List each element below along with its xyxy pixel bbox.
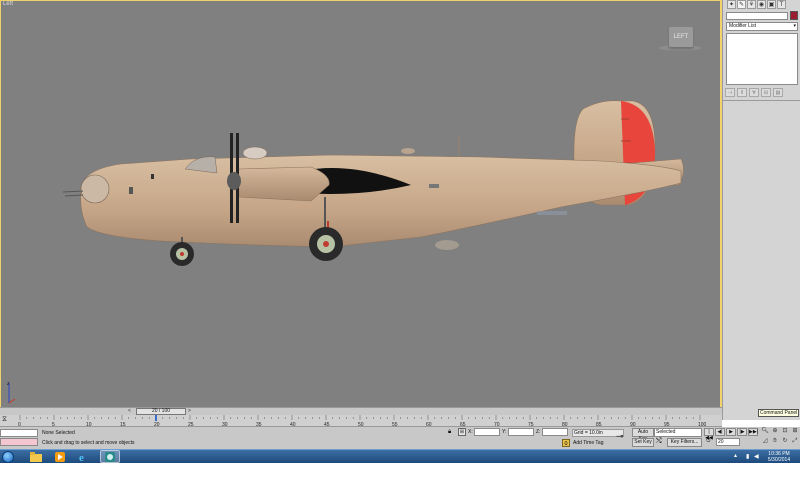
3dsmax-icon[interactable] [100, 450, 120, 463]
create-icon[interactable]: ✦ [727, 0, 736, 9]
auto-key-button[interactable]: Auto Key [632, 428, 654, 442]
coord-z-label: Z: [536, 429, 541, 435]
pin-stack-icon[interactable]: ⊣ [725, 88, 735, 97]
b24-bomber-model[interactable] [1, 1, 721, 407]
show-end-result-icon[interactable]: ‖ [737, 88, 747, 97]
key-filters-button[interactable]: Key Filters... [667, 438, 702, 447]
coord-z-field[interactable] [542, 428, 568, 436]
zoom-extents-all-icon[interactable]: ⊞ [790, 427, 800, 436]
coord-y-label: Y: [502, 429, 507, 435]
key-mode-dropdown[interactable]: Selected [654, 428, 702, 437]
volume-icon[interactable]: ◀ [754, 453, 759, 460]
modify-icon[interactable]: ✎ [737, 0, 746, 9]
go-to-start-button[interactable]: |◀◀ [704, 428, 714, 441]
current-frame-marker [155, 415, 157, 421]
command-panel-tabs: ✦ ✎ ⚘ ◉ ▣ T [723, 0, 800, 9]
orbit-icon[interactable]: ↻ [780, 437, 790, 446]
propeller-spinner [227, 172, 241, 190]
engine-nacelle [234, 166, 330, 202]
coord-x-label: X: [468, 429, 473, 435]
start-button[interactable] [2, 451, 14, 463]
key-icon: ⊸ [616, 431, 624, 441]
utilities-icon[interactable]: T [777, 0, 786, 9]
time-slider-next-button[interactable]: > [188, 408, 191, 414]
command-panel: ✦ ✎ ⚘ ◉ ▣ T Modifier List ▾ ⊣ ‖ ∀ ⊟ ▤ [722, 0, 800, 420]
action-center-icon[interactable]: ▴ [734, 452, 737, 459]
chevron-down-icon: ▾ [793, 23, 796, 29]
selection-status: None Selected [42, 430, 75, 436]
set-key-button[interactable]: Set Key [632, 438, 654, 447]
key-filters-icon[interactable]: ⤭ [656, 438, 662, 446]
divider [723, 100, 800, 101]
prompt-line: Click and drag to select and move object… [42, 440, 135, 446]
modifier-list-label: Modifier List [729, 23, 756, 29]
add-time-tag-button[interactable]: Add Time Tag [573, 439, 603, 447]
go-to-end-button[interactable]: ▶▶| [748, 428, 758, 436]
modifier-list-dropdown[interactable]: Modifier List ▾ [726, 22, 798, 31]
zoom-extents-icon[interactable]: ⊡ [780, 427, 790, 436]
maximize-viewport-icon[interactable]: ⤢ [790, 437, 800, 446]
maxscript-listener-output[interactable] [0, 438, 38, 446]
top-turret [242, 146, 268, 160]
coord-y-field[interactable] [508, 428, 534, 436]
zoom-icon[interactable]: 🔍︎ [760, 427, 770, 436]
hierarchy-icon[interactable]: ⚘ [747, 0, 756, 9]
play-button[interactable]: ▶ [726, 428, 736, 436]
absolute-mode-icon[interactable]: ⊞ [458, 428, 466, 436]
time-slider-prev-button[interactable]: < [128, 408, 131, 414]
status-bar: None Selected Click and drag to select a… [0, 427, 800, 449]
current-frame-field[interactable]: 20 [716, 438, 740, 446]
internet-explorer-icon[interactable]: e [74, 450, 94, 463]
command-panel-tooltip: Command Panel [758, 409, 800, 417]
make-unique-icon[interactable]: ∀ [749, 88, 759, 97]
svg-text:e: e [79, 452, 84, 463]
svg-text:z: z [7, 381, 10, 387]
media-player-icon[interactable] [50, 450, 70, 463]
maxscript-listener-input[interactable] [0, 429, 38, 437]
windows-taskbar: e ▴ ▮ ◀ 10:36 PM 5/30/2014 [0, 449, 800, 463]
motion-icon[interactable]: ◉ [757, 0, 766, 9]
object-name-field[interactable] [726, 12, 788, 20]
previous-frame-button[interactable]: ◀| [715, 428, 725, 436]
stack-controls: ⊣ ‖ ∀ ⊟ ▤ [725, 88, 799, 98]
zoom-all-icon[interactable]: ⊕ [770, 427, 780, 436]
clock-date[interactable]: 5/30/2014 [764, 457, 794, 463]
coord-x-field[interactable] [474, 428, 500, 436]
pan-icon[interactable]: ✋︎ [770, 437, 780, 446]
selection-lock-icon[interactable]: 🔒︎ [448, 429, 451, 436]
time-tag-icon[interactable]: ⌚︎ [562, 439, 570, 447]
curve-editor-icon[interactable]: ⧖ [2, 416, 10, 424]
configure-sets-icon[interactable]: ▤ [773, 88, 783, 97]
display-icon[interactable]: ▣ [767, 0, 776, 9]
remove-modifier-icon[interactable]: ⊟ [761, 88, 771, 97]
time-configuration-icon[interactable]: ⏱︎ [706, 438, 711, 445]
time-slider[interactable]: < 20 / 100 > [0, 407, 722, 415]
explorer-icon[interactable] [26, 450, 46, 463]
viewport-left[interactable]: Left LEFT z [0, 0, 722, 408]
field-of-view-icon[interactable]: ◿ [760, 437, 770, 446]
fuselage [80, 154, 682, 248]
next-frame-button[interactable]: |▶ [737, 428, 747, 436]
object-color-swatch[interactable] [790, 11, 798, 20]
network-icon[interactable]: ▮ [746, 453, 749, 460]
track-bar-ticks: 0 5 10 15 20 25 30 35 40 45 50 55 60 65 70 75 80 85 90 95 10… [18, 415, 706, 427]
axis-tripod: z [7, 381, 16, 404]
time-slider-thumb[interactable]: 20 / 100 [136, 408, 186, 415]
nose-turret [80, 174, 110, 204]
track-bar[interactable]: ⧖ 0 5 10 15 20 25 30 35 40 45 50 55 60 65 70 75 80 85 90 95… [0, 415, 722, 427]
modifier-stack[interactable] [726, 33, 798, 85]
